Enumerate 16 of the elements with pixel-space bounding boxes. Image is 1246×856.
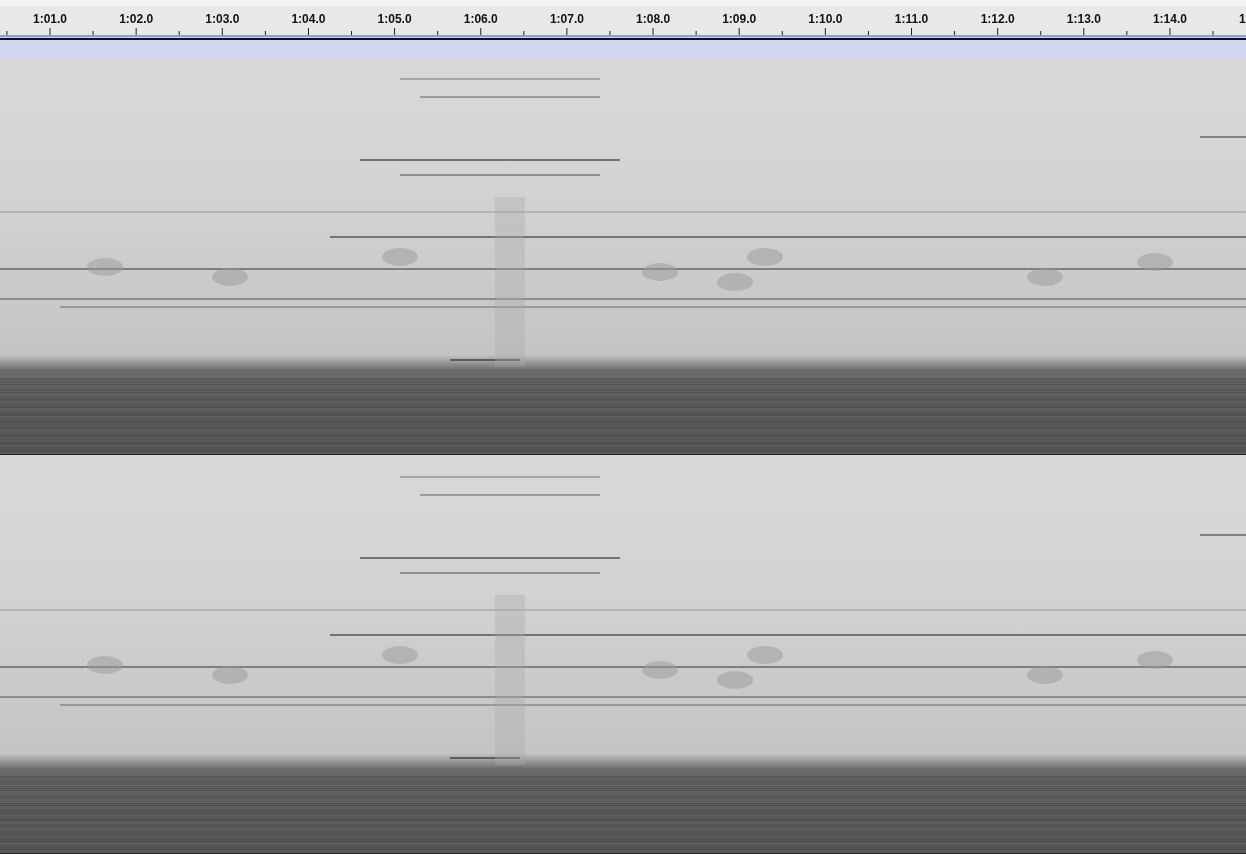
time-label: 1:13.0 — [1066, 12, 1101, 26]
time-label: 1:05.0 — [377, 12, 412, 26]
time-label: 1:03.0 — [205, 12, 240, 26]
time-label: 1:06.0 — [463, 12, 498, 26]
time-label: 1:01.0 — [33, 12, 67, 26]
time-label: 1:08.0 — [636, 12, 671, 26]
time-label: 1:14.0 — [1152, 12, 1187, 26]
time-label: 1:04.0 — [291, 12, 326, 26]
time-label: 1:09.0 — [722, 12, 757, 26]
time-label: 1:10.0 — [808, 12, 843, 26]
time-label: 1:02.0 — [119, 12, 154, 26]
time-label: 1:07.0 — [549, 12, 584, 26]
time-label: 1:12.0 — [980, 12, 1015, 26]
time-label: 1 — [1239, 12, 1246, 26]
track-selection-bar[interactable] — [0, 35, 1246, 57]
time-label: 1:11.0 — [894, 12, 929, 26]
